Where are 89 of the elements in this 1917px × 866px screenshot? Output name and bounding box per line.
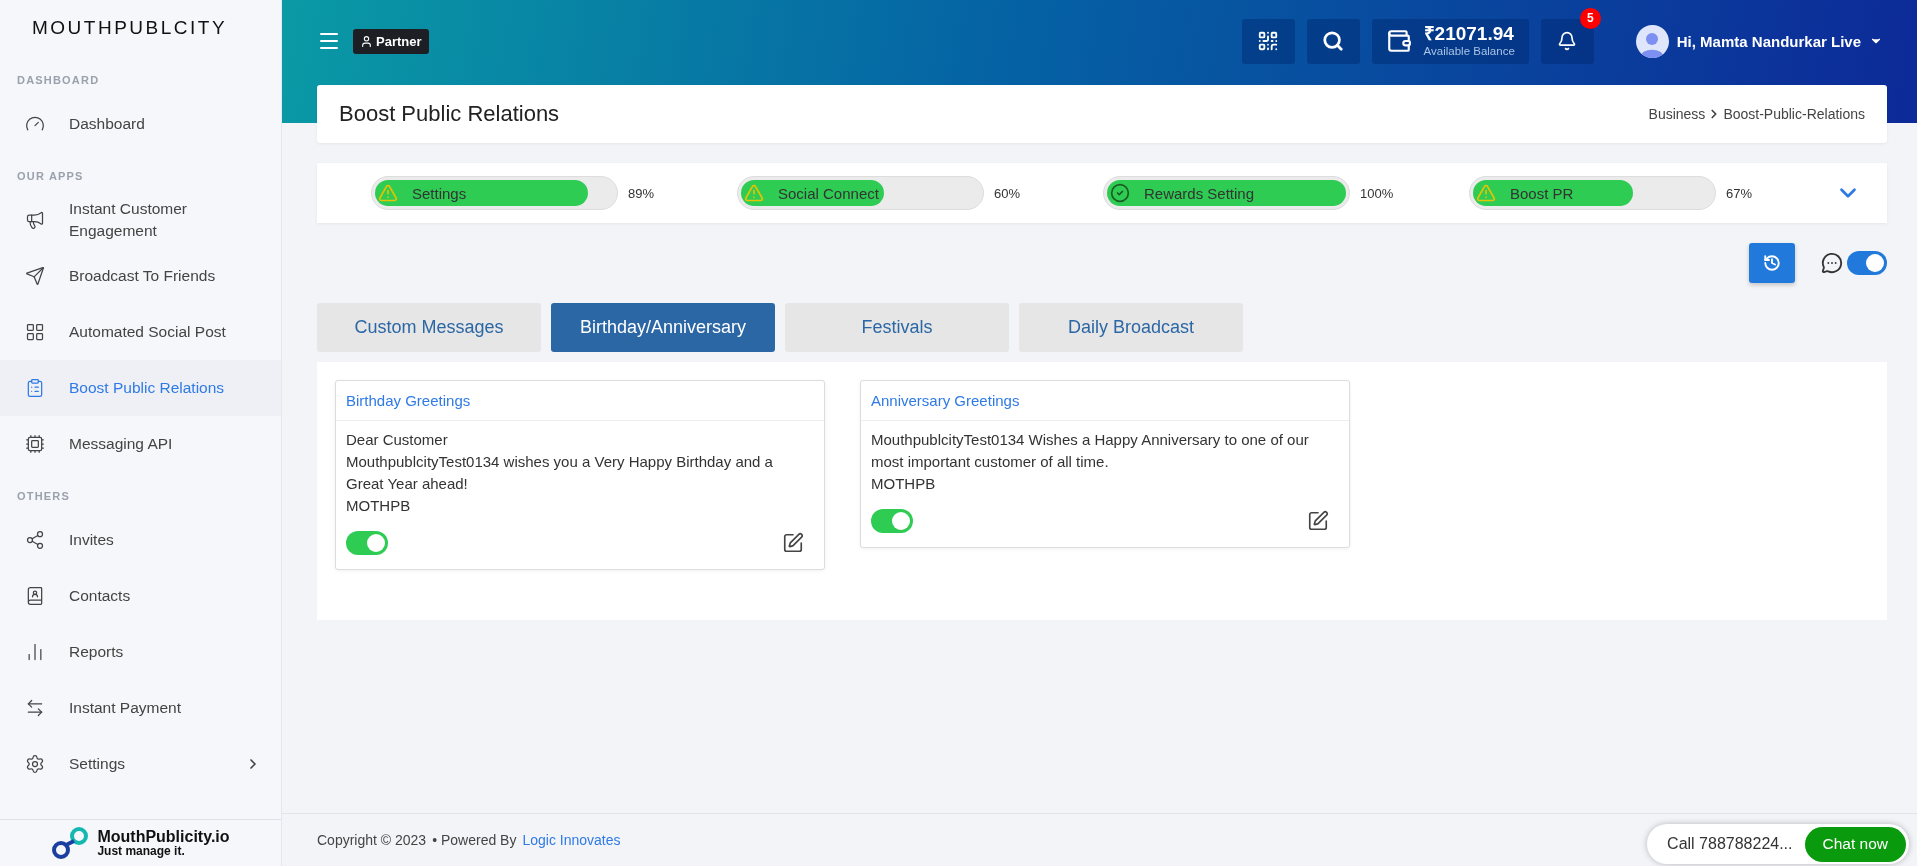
sidebar-label: Boost Public Relations [69,378,226,398]
brand-logo: MOUTHPUBLCITY [31,16,229,40]
search-icon [1322,30,1345,52]
search-button[interactable] [1306,18,1360,64]
sidebar-label: Contacts [69,586,132,606]
balance-caption: Available Balance [1423,45,1515,58]
sidebar-label: Settings [69,754,126,774]
history-button[interactable] [1749,243,1795,283]
bell-icon [1557,31,1578,51]
progress-label: Boost PR [1510,184,1574,202]
notification-count: 5 [1579,7,1601,29]
sidebar-item[interactable]: Messaging API [0,416,281,472]
avatar-icon [1635,24,1669,58]
logo-name: MouthPublicity.io [97,829,230,845]
tab[interactable]: Festivals [785,303,1009,352]
qr-code-button[interactable] [1241,18,1295,64]
user-menu[interactable]: Hi, Mamta Nandurkar Live [1629,23,1889,59]
sidebar-icon [25,266,45,286]
tab[interactable]: Birthday/Anniversary [551,303,775,352]
message-text: MOTHPB [346,496,412,516]
sidebar-item[interactable]: Invites [0,512,281,568]
sidebar-label: Dashboard [69,114,146,134]
tab[interactable]: Custom Messages [317,303,541,352]
edit-icon [1307,510,1329,532]
chat-now-button[interactable]: Chat now [1804,826,1906,862]
user-name: Hi, Mamta Nandurkar Live [1676,32,1861,50]
section-heading: DASHBOARD [16,73,101,88]
sidebar-label: Instant Customer Engagement [69,199,189,241]
progress-percent: 89% [628,185,655,201]
message-text: MouthpublcityTest0134 wishes you a Very Happy Birthday and a Great Year ahead! [346,452,774,494]
sidebar-icon [25,698,45,718]
sidebar-label: Reports [69,642,125,662]
sidebar-item[interactable]: Automated Social Post [0,304,281,360]
progress-percent: 67% [1726,185,1753,201]
qr-code-icon [1257,30,1280,52]
sidebar-icon [25,322,45,342]
sidebar-item[interactable]: Reports [0,624,281,680]
toggle-switch[interactable] [346,531,388,555]
sidebar-item[interactable]: Boost Public Relations [0,360,281,416]
sidebar-label: Broadcast To Friends [69,266,217,286]
breadcrumb-item[interactable]: Business [1648,106,1706,122]
breadcrumb-item: Boost-Public-Relations [1723,106,1865,122]
sidebar-icon [25,378,45,398]
section-heading: OUR APPS [16,169,85,184]
powered-by-text: • Powered By [432,832,517,848]
chat-toggle[interactable] [1847,251,1887,275]
edit-icon [782,532,804,554]
progress-percent: 60% [994,185,1021,201]
sidebar-item[interactable]: Instant Customer Engagement [0,192,281,248]
card-title: Birthday Greetings [336,381,824,421]
sidebar-icon [25,210,45,230]
sidebar-icon [25,434,45,454]
card-title: Anniversary Greetings [861,381,1349,421]
sidebar-label: Messaging API [69,434,174,454]
edit-button[interactable] [782,532,804,554]
message-text: MOTHPB [871,474,937,494]
sidebar-label: Automated Social Post [69,322,227,342]
call-number: Call 788788224... [1667,835,1793,853]
logo-tagline: Just manage it. [97,845,185,857]
message-text: Dear Customer [346,430,449,450]
copyright-text: Copyright © 2023 [317,832,427,848]
sidebar-item[interactable]: Instant Payment [0,680,281,736]
edit-button[interactable] [1307,510,1329,532]
message-text: MouthpublcityTest0134 Wishes a Happy Anniversary to one of our most important customer of all time. [871,430,1310,472]
balance-button[interactable]: ₹21071.94 Available Balance [1371,18,1529,64]
sidebar-item[interactable]: Broadcast To Friends [0,248,281,304]
chat-icon [1821,252,1843,274]
sidebar-icon [25,754,45,774]
sidebar-label: Invites [69,530,115,550]
partner-label: Partner [376,33,422,49]
progress-label: Social Connect [778,184,879,202]
page-title: Boost Public Relations [339,101,560,127]
section-heading: OTHERS [16,489,72,504]
progress-label: Settings [412,184,467,202]
history-icon [1763,254,1781,272]
company-link[interactable]: Logic Innovates [522,832,621,848]
balance-amount: ₹21071.94 [1423,24,1514,46]
sidebar-item[interactable]: Contacts [0,568,281,624]
sidebar-label: Instant Payment [69,698,182,718]
sidebar-icon [25,586,45,606]
toggle-switch[interactable] [871,509,913,533]
progress-label: Rewards Setting [1144,184,1255,202]
sidebar-item[interactable]: Dashboard [0,96,281,152]
tab[interactable]: Daily Broadcast [1019,303,1243,352]
sidebar-icon [25,530,45,550]
user-icon [360,34,373,48]
progress-percent: 100% [1360,185,1394,201]
sidebar-item[interactable]: Settings [0,736,281,792]
wallet-icon [1385,28,1412,54]
